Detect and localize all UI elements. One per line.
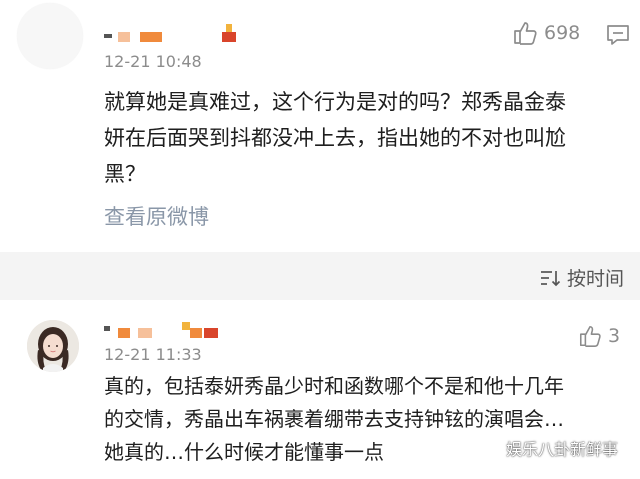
redaction-mark xyxy=(190,328,202,338)
sort-bar: 按时间 xyxy=(0,252,640,300)
sort-by-time-button[interactable]: 按时间 xyxy=(539,264,624,291)
thumbs-up-icon xyxy=(512,20,538,46)
avatar[interactable] xyxy=(17,3,83,69)
redaction-mark xyxy=(140,32,162,42)
like-count: 698 xyxy=(544,22,581,44)
watermark-text: 娱乐八卦新鲜事 xyxy=(506,440,619,459)
redaction-mark xyxy=(222,32,236,42)
redaction-mark xyxy=(104,34,112,38)
username-redacted[interactable] xyxy=(104,24,254,44)
comment-card: 12-21 10:48 698 就算她是真难过，这个行为是对的吗？郑秀晶金泰 妍… xyxy=(0,0,640,252)
redaction-mark xyxy=(118,328,130,338)
wechat-icon xyxy=(476,438,506,458)
redaction-mark xyxy=(204,328,218,338)
avatar[interactable] xyxy=(27,320,79,372)
timestamp: 12-21 11:33 xyxy=(104,345,202,364)
view-original-link[interactable]: 查看原微博 xyxy=(104,201,209,231)
comment-line: 妍在后面哭到抖都没冲上去，指出她的不对也叫尬 xyxy=(104,126,566,150)
like-button[interactable]: 3 xyxy=(578,324,620,348)
comment-line: 黑？ xyxy=(104,162,146,186)
username-redacted[interactable] xyxy=(104,322,234,342)
redaction-mark xyxy=(138,328,152,338)
like-count: 3 xyxy=(608,325,621,347)
redaction-mark xyxy=(118,32,130,42)
like-button[interactable]: 698 xyxy=(512,20,580,46)
sort-label: 按时间 xyxy=(566,268,624,290)
redaction-mark xyxy=(182,322,190,330)
redaction-mark xyxy=(226,24,232,32)
timestamp: 12-21 10:48 xyxy=(104,52,202,71)
redaction-mark xyxy=(104,326,110,331)
comment-line: 的交情，秀晶出车祸裹着绷带去支持钟铉的演唱会… xyxy=(104,407,564,431)
comment-line: 就算她是真难过，这个行为是对的吗？郑秀晶金泰 xyxy=(104,90,566,114)
sort-icon xyxy=(539,268,567,288)
comment-text: 就算她是真难过，这个行为是对的吗？郑秀晶金泰 妍在后面哭到抖都没冲上去，指出她的… xyxy=(104,84,566,192)
weibo-comment-screen: 12-21 10:48 698 就算她是真难过，这个行为是对的吗？郑秀晶金泰 妍… xyxy=(0,0,640,479)
comment-icon[interactable] xyxy=(606,24,630,50)
comment-line: 真的，包括泰妍秀晶少时和函数哪个不是和他十几年 xyxy=(104,374,564,398)
watermark: 娱乐八卦新鲜事 xyxy=(476,436,618,460)
thumbs-up-icon xyxy=(578,324,602,348)
